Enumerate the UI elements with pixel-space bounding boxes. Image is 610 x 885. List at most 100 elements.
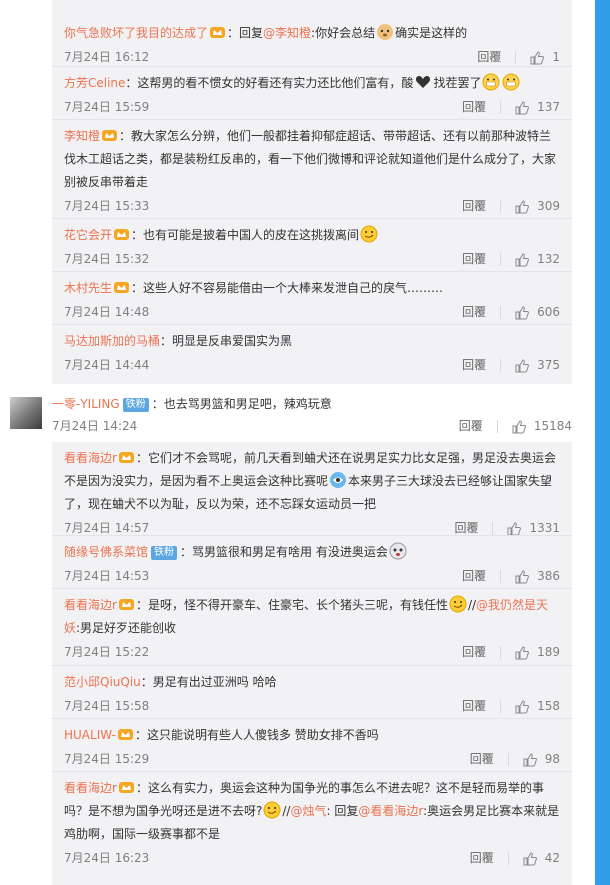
- grin-emoji-icon: [502, 73, 520, 91]
- reply-date: 7月24日 16:12: [64, 50, 150, 64]
- like-button[interactable]: 1: [530, 50, 560, 64]
- reply-item: 范小邱QiuQiu：男足有出过亚洲吗 哈哈 7月24日 15:58 回覆 158: [52, 665, 572, 718]
- like-button[interactable]: 189: [515, 645, 560, 659]
- reply-item: 看看海边r ：这么有实力，奥运会这种为国争光的事怎么不进去呢？这不是轻而易举的事吗…: [52, 771, 572, 877]
- comment-username[interactable]: 一零-YILING: [52, 397, 120, 411]
- divider: [492, 522, 494, 535]
- crown-icon: [118, 452, 134, 463]
- reply-item: 随缘号佛系菜馆 铁粉 ：骂男篮很和男足有啥用 有没进奥运会 7月24日 14:53 …: [52, 535, 572, 588]
- like-count: 132: [537, 252, 560, 266]
- thumbs-up-icon: [523, 851, 537, 865]
- like-button[interactable]: 309: [515, 199, 560, 213]
- thumbs-up-icon: [515, 569, 530, 583]
- reply-date: 7月24日 15:29: [64, 752, 150, 766]
- mention-link[interactable]: @李知橙: [263, 26, 311, 40]
- reply-username[interactable]: 花它会开: [64, 228, 112, 242]
- like-button[interactable]: 42: [523, 851, 560, 865]
- crown-icon: [114, 282, 130, 293]
- reply-button[interactable]: 回覆: [462, 252, 486, 266]
- reply-date: 7月24日 14:44: [64, 358, 150, 372]
- reply-button[interactable]: 回覆: [459, 419, 483, 433]
- divider: [500, 253, 502, 266]
- reply-item: 李知橙 ：教大家怎么分辨，他们一般都挂着抑郁症超话、带带超话、还有以前那种波特兰伐…: [52, 119, 572, 218]
- reply-button[interactable]: 回覆: [477, 50, 501, 64]
- reply-button[interactable]: 回覆: [462, 199, 486, 213]
- reply-button[interactable]: 回覆: [462, 100, 486, 114]
- reply-username[interactable]: 方芳Celine: [64, 76, 125, 90]
- fan-badge: 铁粉: [151, 546, 178, 560]
- like-count: 606: [537, 305, 560, 319]
- reply-button[interactable]: 回覆: [462, 645, 486, 659]
- reply-username[interactable]: 李知橙: [64, 129, 100, 143]
- thumbs-up-icon: [515, 699, 530, 713]
- thumbs-up-icon: [523, 752, 537, 766]
- reply-button[interactable]: 回覆: [462, 699, 486, 713]
- divider: [496, 420, 498, 433]
- thumbs-up-icon: [530, 50, 545, 64]
- reply-username[interactable]: 木村先生: [64, 281, 112, 295]
- reply-item: 花它会开 ：也有可能是披着中国人的皮在这挑拨离间 7月24日 15:32 回覆 13…: [52, 218, 572, 271]
- like-count: 158: [537, 699, 560, 713]
- smirk-emoji-icon: [449, 595, 467, 613]
- divider: [500, 700, 502, 713]
- mention-link[interactable]: @烛气: [290, 804, 326, 818]
- thumbs-up-icon: [507, 521, 522, 535]
- dog-emoji-icon: [377, 24, 394, 40]
- crown-icon: [114, 229, 130, 240]
- reply-button[interactable]: 回覆: [462, 569, 486, 583]
- crown-icon: [210, 27, 226, 38]
- like-button[interactable]: 375: [515, 358, 560, 372]
- reply-button[interactable]: 回覆: [462, 358, 486, 372]
- like-button[interactable]: 386: [515, 569, 560, 583]
- reply-username[interactable]: HUALIW-: [64, 728, 116, 742]
- like-button[interactable]: 606: [515, 305, 560, 319]
- reply-button[interactable]: 回覆: [462, 305, 486, 319]
- like-count: 98: [544, 752, 560, 766]
- smirk-emoji-icon: [360, 225, 378, 243]
- face-emoji-icon: [389, 542, 407, 560]
- reply-date: 7月24日 15:32: [64, 252, 150, 266]
- reply-date: 7月24日 14:48: [64, 305, 150, 319]
- reply-list-1: 你气急败坏了我目的达成了 ：回复@李知橙:你好会总结 确实是这样的 7月24日 16…: [52, 0, 572, 384]
- like-count: 15184: [533, 419, 572, 433]
- fan-badge: 铁粉: [122, 398, 149, 412]
- thumbs-up-icon: [515, 252, 530, 266]
- like-count: 309: [537, 199, 560, 213]
- reply-username[interactable]: 你气急败坏了我目的达成了: [64, 26, 208, 40]
- like-button[interactable]: 1331: [507, 521, 560, 535]
- like-button[interactable]: 158: [515, 699, 560, 713]
- like-button[interactable]: 98: [523, 752, 560, 766]
- divider: [507, 753, 509, 766]
- reply-list-2: 看看海边r ：它们才不会骂呢，前几天看到蛐犬还在说男足实力比女足强，男足没去奥运会…: [52, 442, 572, 885]
- reply-item: 看看海边r ：它们才不会骂呢，前几天看到蛐犬还在说男足实力比女足强，男足没去奥运会…: [64, 451, 560, 535]
- reply-username[interactable]: 随缘号佛系菜馆: [64, 545, 148, 559]
- reply-date: 7月24日 15:33: [64, 199, 150, 213]
- like-button[interactable]: 132: [515, 252, 560, 266]
- reply-date: 7月24日 14:53: [64, 569, 150, 583]
- top-level-comment: 一零-YILING 铁粉 ：也去骂男篮和男足吧，辣鸡玩意 7月24日 14:24 回…: [0, 384, 595, 442]
- reply-username[interactable]: 范小邱QiuQiu: [64, 675, 141, 689]
- like-count: 1: [552, 50, 560, 64]
- reply-username[interactable]: 看看海边r: [64, 781, 117, 795]
- like-count: 137: [537, 100, 560, 114]
- thumbs-up-icon: [512, 419, 526, 433]
- crown-icon: [102, 130, 118, 141]
- like-button[interactable]: 15184: [512, 419, 572, 433]
- reply-item: 看看海边r ：是呀，怪不得开豪车、住豪宅、长个猪头三呢，有钱任性//@我仍然是天妖…: [52, 588, 572, 665]
- heart-emoji-icon: [416, 76, 431, 88]
- reply-username[interactable]: 看看海边r: [64, 598, 117, 612]
- thumbs-up-icon: [515, 305, 530, 319]
- reply-username[interactable]: 马达加斯加的马桶: [64, 334, 160, 348]
- reply-username[interactable]: 看看海边r: [64, 451, 117, 465]
- mention-link[interactable]: @看看海边r: [358, 804, 423, 818]
- reply-button[interactable]: 回覆: [454, 521, 478, 535]
- avatar[interactable]: [10, 397, 42, 429]
- reply-button[interactable]: 回覆: [470, 752, 494, 766]
- reply-item: 木村先生 ：这些人好不容易能借由一个大棒来发泄自己的戾气……… 7月24日 14:…: [52, 271, 572, 324]
- divider: [500, 200, 502, 213]
- right-scroll-edge: [595, 0, 610, 885]
- reply-button[interactable]: 回覆: [470, 851, 494, 865]
- like-button[interactable]: 137: [515, 100, 560, 114]
- divider: [500, 101, 502, 114]
- smirk-emoji-icon: [263, 801, 281, 819]
